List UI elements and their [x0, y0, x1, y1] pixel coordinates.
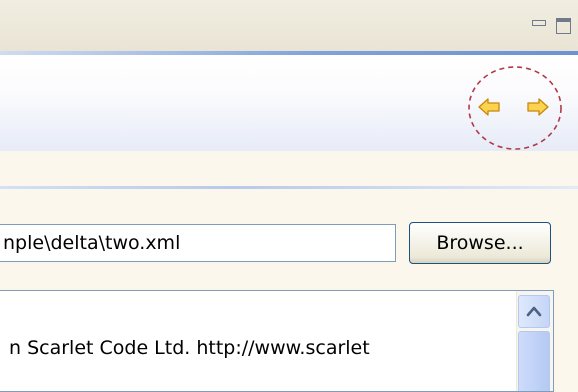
- maximize-icon[interactable]: [556, 18, 571, 34]
- navigation-toolbar: [466, 63, 566, 155]
- back-button[interactable]: [477, 96, 501, 118]
- scroll-up-button[interactable]: [518, 295, 550, 328]
- forward-button[interactable]: [526, 96, 550, 118]
- content-text-area[interactable]: n Scarlet Code Ltd. http://www.scarlet: [0, 290, 554, 392]
- section-divider: [0, 186, 578, 189]
- view-titlebar: [0, 0, 578, 51]
- scrollbar-thumb[interactable]: [518, 331, 550, 391]
- browse-button[interactable]: Browse...: [409, 222, 551, 264]
- vertical-scrollbar[interactable]: [516, 291, 553, 391]
- minimize-icon[interactable]: [532, 20, 546, 26]
- file-path-input[interactable]: [0, 224, 396, 262]
- chevron-up-icon: [526, 306, 542, 317]
- arrow-left-icon: [478, 98, 500, 116]
- content-text: n Scarlet Code Ltd. http://www.scarlet: [9, 337, 370, 359]
- arrow-right-icon: [527, 98, 549, 116]
